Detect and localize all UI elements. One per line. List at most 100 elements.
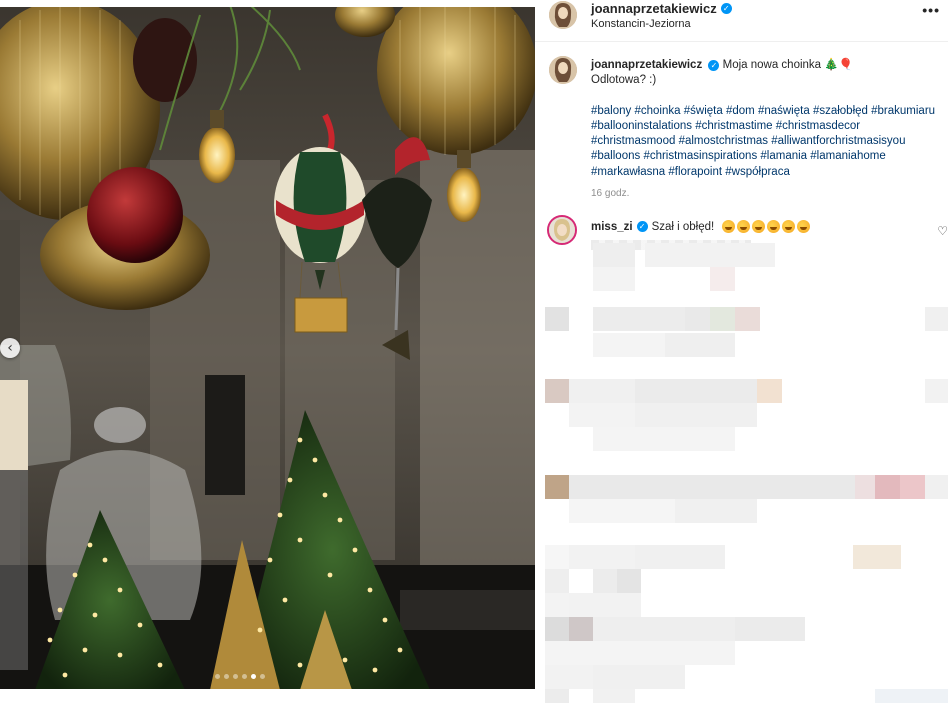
hashtag-link[interactable]: #christmasdecor	[776, 120, 860, 132]
blurred-pixel-block	[545, 593, 569, 617]
carousel-dot-active	[251, 674, 256, 679]
top-strip	[0, 0, 535, 7]
avatar[interactable]	[547, 215, 577, 245]
blurred-pixel-block	[593, 665, 685, 689]
hashtag-link[interactable]: #alliwantforchristmasisyou	[771, 135, 905, 147]
location-link[interactable]: Konstancin-Jeziorna	[591, 18, 691, 30]
blurred-comments	[535, 243, 948, 703]
blurred-pixel-block	[569, 475, 855, 499]
blurred-pixel-block	[593, 267, 635, 291]
blurred-pixel-block	[545, 569, 569, 593]
hashtag-link[interactable]: #święta	[684, 105, 723, 117]
blurred-pixel-block	[875, 475, 900, 499]
blurred-pixel-block	[645, 243, 775, 267]
blurred-pixel-block	[593, 427, 735, 451]
blurred-pixel-block	[545, 617, 569, 641]
blurred-pixel-block	[735, 307, 760, 331]
carousel-dot	[260, 674, 265, 679]
blurred-pixel-block	[593, 243, 635, 267]
verified-badge-icon: ✓	[720, 3, 732, 14]
blurred-pixel-block	[635, 545, 725, 569]
carousel-dot	[215, 674, 220, 679]
emoji-group	[722, 220, 811, 233]
hashtag-link[interactable]: #balony	[591, 105, 631, 117]
more-options-button[interactable]: •••	[922, 2, 940, 18]
blurred-pixel-block	[545, 307, 569, 331]
blurred-pixel-block	[735, 617, 805, 641]
smiling-face-emoji-icon	[797, 220, 811, 233]
blurred-pixel-block	[593, 307, 685, 331]
blurred-pixel-block	[569, 403, 635, 427]
post-photo[interactable]: ‹	[0, 0, 535, 703]
header-username-row[interactable]: joannaprzetakiewicz ✓	[591, 1, 732, 16]
blurred-pixel-block	[569, 499, 675, 523]
blurred-pixel-block	[569, 545, 635, 569]
caption-line-2: Odlotowa? :)	[591, 74, 657, 87]
blurred-pixel-block	[900, 475, 925, 499]
hashtag-link[interactable]: #lamania	[760, 150, 807, 162]
carousel-dot	[224, 674, 229, 679]
chevron-left-icon[interactable]: ‹	[0, 338, 20, 358]
blurred-pixel-block	[635, 403, 757, 427]
blurred-pixel-block	[545, 665, 593, 689]
blurred-pixel-block	[593, 617, 735, 641]
carousel-dots	[215, 674, 265, 679]
post-side-panel: joannaprzetakiewicz ✓ Konstancin-Jeziorn…	[535, 0, 948, 703]
smiling-face-emoji-icon	[722, 220, 736, 233]
bottom-strip	[0, 689, 535, 703]
blurred-pixel-block	[545, 641, 735, 665]
hashtag-link[interactable]: #christmastime	[695, 120, 772, 132]
hashtag-link[interactable]: #brakumiaru	[871, 105, 935, 117]
avatar[interactable]	[549, 1, 577, 29]
hashtag-link[interactable]: #markawłasna	[591, 166, 665, 178]
caption-line-1: joannaprzetakiewicz ✓ Moja nowa choinka …	[591, 58, 936, 73]
blurred-pixel-block	[675, 499, 757, 523]
blurred-pixel-block	[593, 333, 665, 357]
comment-username[interactable]: miss_zi	[591, 221, 633, 233]
hashtag-link[interactable]: #christmasmood	[591, 135, 675, 147]
header-username[interactable]: joannaprzetakiewicz	[591, 1, 717, 16]
carousel-dot	[233, 674, 238, 679]
christmas-decor-photo	[0, 0, 535, 703]
blurred-pixel-block	[569, 617, 593, 641]
hashtag-link[interactable]: #almostchristmas	[679, 135, 768, 147]
smiling-face-emoji-icon	[767, 220, 781, 233]
hashtag-link[interactable]: #florapoint	[668, 166, 722, 178]
verified-badge-icon: ✓	[636, 221, 648, 232]
blurred-pixel-block	[925, 307, 948, 331]
hashtag-link[interactable]: #ballooninstalations	[591, 120, 692, 132]
smiling-face-emoji-icon	[737, 220, 751, 233]
hashtag-link[interactable]: #naświęta	[758, 105, 810, 117]
hashtag-link[interactable]: #dom	[726, 105, 755, 117]
hashtag-list: #balony #choinka #święta #dom #naświęta …	[591, 104, 936, 180]
blurred-pixel-block	[635, 379, 757, 403]
hashtag-link[interactable]: #balloons	[591, 150, 640, 162]
blurred-pixel-block	[875, 689, 948, 703]
blurred-pixel-block	[569, 593, 641, 617]
hashtag-link[interactable]: #szałobłęd	[813, 105, 868, 117]
hashtag-link[interactable]: #lamaniahome	[810, 150, 885, 162]
avatar[interactable]	[549, 56, 577, 84]
blurred-pixel-block	[569, 379, 635, 403]
blurred-pixel-block	[617, 569, 641, 593]
blurred-pixel-block	[710, 307, 735, 331]
heart-outline-icon[interactable]: ♡	[937, 224, 948, 238]
smiling-face-emoji-icon	[782, 220, 796, 233]
post-timestamp[interactable]: 16 godz.	[591, 186, 936, 201]
blurred-pixel-block	[593, 569, 617, 593]
verified-badge-icon: ✓	[708, 60, 720, 71]
hashtag-link[interactable]: #choinka	[635, 105, 681, 117]
blurred-pixel-block	[925, 379, 948, 403]
blurred-pixel-block	[853, 545, 901, 569]
blurred-pixel-block	[593, 689, 635, 703]
blurred-pixel-block	[665, 333, 735, 357]
hashtag-link[interactable]: #współpraca	[725, 166, 790, 178]
hashtag-link[interactable]: #christmasinspirations	[643, 150, 757, 162]
blurred-pixel-block	[757, 379, 782, 403]
caption-username[interactable]: joannaprzetakiewicz	[591, 59, 702, 71]
comment-text-row: miss_zi ✓ Szał i obłęd!	[591, 220, 811, 233]
smiling-face-emoji-icon	[752, 220, 766, 233]
carousel-dot	[242, 674, 247, 679]
blurred-pixel-block	[545, 545, 569, 569]
post-header: joannaprzetakiewicz ✓ Konstancin-Jeziorn…	[535, 0, 948, 42]
